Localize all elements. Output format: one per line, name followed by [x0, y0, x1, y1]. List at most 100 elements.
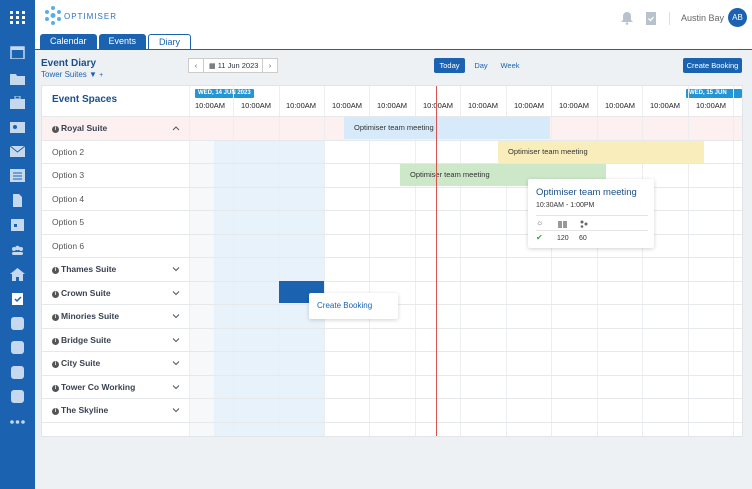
time-label: 10:00AM: [468, 101, 499, 110]
next-date-button[interactable]: ›: [263, 59, 277, 72]
booking-label: Optimiser team meeting: [354, 123, 434, 132]
tab-calendar[interactable]: Calendar: [40, 34, 97, 49]
check-icon: ✔: [536, 233, 543, 242]
mail-icon[interactable]: [10, 145, 25, 158]
space-row-label: Option 3: [52, 170, 84, 180]
info-icon[interactable]: i: [52, 408, 59, 415]
document-icon[interactable]: [10, 194, 25, 207]
list-icon[interactable]: [10, 169, 25, 182]
space-name: Option 2: [52, 146, 85, 157]
space-row-label[interactable]: i Crown Suite: [52, 288, 111, 298]
more-dots-icon[interactable]: [10, 416, 25, 429]
space-row-label: Option 2: [52, 147, 84, 157]
placeholder-icon-2[interactable]: [10, 341, 25, 354]
booking-bar[interactable]: Optimiser team meeting: [344, 117, 550, 139]
week-view-button[interactable]: Week: [498, 58, 522, 73]
space-name: Tower Co Working: [61, 381, 136, 392]
booking-bar[interactable]: Optimiser team meeting: [498, 141, 704, 163]
create-booking-menu[interactable]: Create Booking: [309, 293, 398, 319]
create-booking-menu-item[interactable]: Create Booking: [317, 301, 372, 310]
popover-title: Optimiser team meeting: [536, 187, 637, 198]
today-button[interactable]: Today: [434, 58, 465, 73]
placeholder-icon-3[interactable]: [10, 366, 25, 379]
info-icon[interactable]: i: [52, 384, 59, 392]
space-row-label[interactable]: i The Skyline: [52, 405, 108, 415]
top-bar: OPTIMISER Austin Bay AB Calendar Events …: [35, 0, 752, 50]
row-divider: [42, 280, 742, 282]
date-picker[interactable]: ▦ 11 Jun 2023: [203, 59, 263, 72]
space-row-label[interactable]: i City Suite: [52, 358, 100, 368]
main-area: Event Diary Tower Suites ▼ + ‹ ▦ 11 Jun …: [35, 50, 752, 489]
prev-date-button[interactable]: ‹: [189, 59, 203, 72]
time-label: 10:00AM: [514, 101, 545, 110]
briefcase-icon[interactable]: [10, 96, 25, 109]
contact-card-icon[interactable]: [10, 121, 25, 134]
info-icon[interactable]: i: [52, 314, 59, 321]
space-row-label[interactable]: i Thames Suite: [52, 264, 116, 274]
space-name: Crown Suite: [61, 287, 111, 298]
bell-icon[interactable]: [620, 11, 634, 25]
space-row-label: Option 4: [52, 194, 84, 204]
divider: [669, 12, 670, 25]
space-row-label[interactable]: i Royal Suite: [52, 123, 107, 133]
event-spaces-heading: Event Spaces: [52, 94, 118, 105]
users-icon[interactable]: [10, 244, 25, 257]
clipboard-icon[interactable]: [644, 11, 658, 25]
chevron-down-icon[interactable]: [172, 290, 180, 296]
user-name[interactable]: Austin Bay: [681, 13, 724, 23]
venue-label: Tower Suites ▼: [41, 70, 97, 79]
placeholder-icon-4[interactable]: [10, 390, 25, 403]
info-icon[interactable]: i: [52, 126, 59, 133]
chevron-down-icon[interactable]: [172, 360, 180, 366]
space-name: Option 5: [52, 217, 85, 227]
diary-grid: Event Spaces WED, 14 JUN 2023 WED, 15 JU…: [41, 85, 743, 437]
time-label: 10:00AM: [650, 101, 681, 110]
tab-diary[interactable]: Diary: [148, 34, 192, 50]
time-label: 10:00AM: [195, 101, 226, 110]
tab-events[interactable]: Events: [98, 34, 147, 49]
chevron-down-icon[interactable]: [172, 407, 180, 413]
info-icon[interactable]: i: [52, 337, 59, 345]
logo-text: OPTIMISER: [64, 12, 118, 21]
chevron-up-icon[interactable]: [172, 125, 180, 131]
time-label: 10:00AM: [332, 101, 363, 110]
chevron-down-icon[interactable]: [172, 337, 180, 343]
info-icon[interactable]: i: [52, 290, 59, 298]
avatar[interactable]: AB: [728, 8, 747, 27]
calendar-icon[interactable]: [10, 46, 25, 59]
space-row-label[interactable]: i Bridge Suite: [52, 335, 111, 345]
tab-bar: Calendar Events Diary: [40, 34, 192, 50]
info-icon[interactable]: i: [52, 361, 59, 368]
chevron-down-icon[interactable]: [172, 313, 180, 319]
folder-icon[interactable]: [10, 72, 25, 85]
side-rail: [0, 0, 35, 489]
space-row-label[interactable]: i Tower Co Working: [52, 382, 135, 392]
clipboard-check-icon[interactable]: [10, 292, 25, 305]
venue-selector[interactable]: Tower Suites ▼ +: [41, 70, 103, 79]
apps-grid-icon[interactable]: [10, 11, 25, 24]
create-booking-button[interactable]: Create Booking: [683, 58, 742, 73]
calendar-day-icon[interactable]: [10, 218, 25, 231]
placeholder-icon-1[interactable]: [10, 317, 25, 330]
current-date: 11 Jun 2023: [217, 61, 259, 70]
row-divider: [42, 421, 742, 423]
space-name: Option 6: [52, 240, 85, 251]
space-row-label[interactable]: i Minories Suite: [52, 311, 119, 321]
plus-icon[interactable]: +: [99, 72, 103, 79]
people-icon: [580, 220, 588, 228]
date-navigator: ‹ ▦ 11 Jun 2023 ›: [188, 58, 278, 73]
page-title: Event Diary: [41, 58, 97, 69]
time-label: 10:00AM: [286, 101, 317, 110]
home-icon[interactable]: [10, 268, 25, 281]
popover-divider: [536, 215, 648, 216]
chevron-down-icon[interactable]: [172, 384, 180, 390]
row-divider: [42, 257, 742, 258]
info-icon[interactable]: i: [52, 267, 59, 274]
day-view-button[interactable]: Day: [472, 58, 490, 73]
time-label: 10:00AM: [241, 101, 272, 110]
row-divider: [42, 163, 742, 164]
space-name: Bridge Suite: [61, 334, 112, 345]
booking-label: Optimiser team meeting: [508, 147, 588, 156]
chevron-down-icon[interactable]: [172, 266, 180, 272]
space-name: Royal Suite: [61, 123, 108, 133]
